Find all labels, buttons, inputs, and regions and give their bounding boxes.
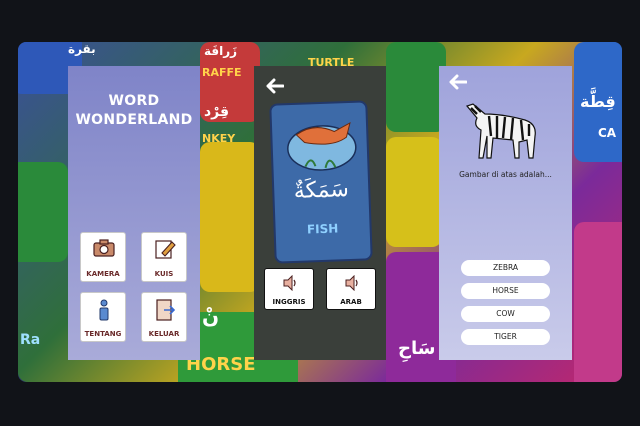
back-arrow-icon[interactable] bbox=[449, 74, 467, 90]
bg-word: Ra bbox=[20, 332, 41, 348]
bg-card bbox=[386, 137, 442, 247]
zebra-icon bbox=[465, 103, 536, 159]
fish-illustration bbox=[287, 121, 357, 171]
camera-icon bbox=[93, 239, 115, 257]
camera-button-label: KAMERA bbox=[86, 270, 120, 278]
speaker-icon bbox=[283, 275, 296, 291]
quiz-screen: Gambar di atas adalah... ZEBRA HORSE COW… bbox=[439, 66, 572, 360]
card-english-word: FISH bbox=[306, 221, 339, 237]
pencil-note-icon bbox=[155, 240, 176, 259]
bg-word: قِطَّة bbox=[580, 92, 616, 111]
about-button-label: TENTANG bbox=[84, 330, 122, 338]
camera-button[interactable]: KAMERA bbox=[80, 232, 126, 282]
sound-english-label: INGGRIS bbox=[272, 298, 306, 306]
bg-card bbox=[574, 222, 622, 382]
exit-button-label: KELUAR bbox=[148, 330, 180, 338]
bg-word: قِرْد bbox=[204, 104, 230, 120]
quiz-button[interactable]: KUIS bbox=[141, 232, 187, 282]
bg-word: CA bbox=[598, 126, 617, 140]
app-title: WORD WONDERLAND bbox=[68, 92, 200, 130]
bg-card bbox=[386, 42, 446, 132]
bg-word: بقرة bbox=[68, 42, 96, 56]
quiz-option-button[interactable]: COW bbox=[461, 306, 550, 322]
app-showcase-frame: بقرة زَرافَة RAFFE TURTLE قِرْد NKEY Ra … bbox=[18, 42, 622, 382]
bg-word: NKEY bbox=[202, 132, 236, 145]
info-icon bbox=[99, 299, 109, 321]
back-arrow-icon[interactable] bbox=[266, 78, 284, 94]
fish-flashcard: سَمَكَةٌ FISH bbox=[269, 100, 373, 264]
card-arabic-word: سَمَكَةٌ bbox=[293, 177, 350, 204]
quiz-option-button[interactable]: HORSE bbox=[461, 283, 550, 299]
exit-button[interactable]: KELUAR bbox=[141, 292, 187, 342]
bg-word: زَرافَة bbox=[204, 44, 238, 58]
bg-word: نْ bbox=[202, 304, 220, 328]
quiz-button-label: KUIS bbox=[154, 270, 174, 278]
quiz-option-button[interactable]: ZEBRA bbox=[461, 260, 550, 276]
sound-english-button[interactable]: INGGRIS bbox=[264, 268, 314, 310]
bg-word: سَاحِ bbox=[398, 338, 436, 359]
ar-camera-screen: سَمَكَةٌ FISH INGGRIS ARAB bbox=[254, 66, 386, 360]
quiz-question: Gambar di atas adalah... bbox=[459, 170, 552, 179]
bg-card bbox=[18, 162, 68, 262]
exit-door-icon bbox=[156, 299, 176, 321]
quiz-option-button[interactable]: TIGER bbox=[461, 329, 550, 345]
sound-arabic-button[interactable]: ARAB bbox=[326, 268, 376, 310]
speaker-icon bbox=[345, 275, 358, 291]
about-button[interactable]: TENTANG bbox=[80, 292, 126, 342]
sound-arabic-label: ARAB bbox=[340, 298, 362, 306]
menu-screen: WORD WONDERLAND KAMERA KUIS TENTANG KELU… bbox=[68, 66, 200, 360]
bg-word: RAFFE bbox=[202, 66, 242, 79]
bg-card bbox=[200, 142, 260, 292]
app-title-line2: WONDERLAND bbox=[75, 112, 193, 128]
app-title-line1: WORD bbox=[108, 93, 160, 109]
